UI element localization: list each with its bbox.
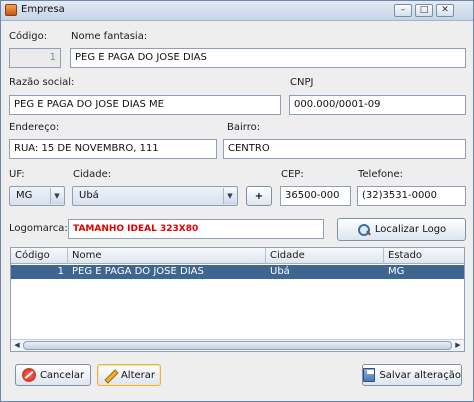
cell-cidade: Ubá — [270, 266, 290, 277]
magnifier-icon — [357, 223, 371, 237]
cep-field[interactable]: 36500-000 — [280, 186, 351, 206]
localizar-logo-label: Localizar Logo — [374, 224, 447, 235]
chevron-down-icon: ▼ — [223, 188, 236, 204]
razao-social-field[interactable]: PEG E PAGA DO JOSE DIAS ME — [9, 95, 281, 115]
title-bar[interactable]: Empresa – □ ✕ — [1, 1, 473, 21]
cidade-select-value: Ubá — [79, 190, 99, 201]
telefone-label: Telefone: — [358, 169, 403, 180]
horizontal-scrollbar[interactable]: ◀ ▶ — [11, 339, 464, 351]
column-header-codigo[interactable]: Código — [11, 248, 68, 264]
close-button[interactable]: ✕ — [436, 4, 454, 17]
codigo-label: Código: — [9, 31, 48, 42]
add-cidade-button[interactable]: + — [246, 186, 272, 206]
bairro-label: Bairro: — [227, 122, 261, 133]
minimize-button[interactable]: – — [394, 4, 412, 17]
cancelar-button[interactable]: Cancelar — [15, 364, 91, 386]
java-app-icon — [5, 4, 17, 16]
column-header-estado[interactable]: Estado — [384, 248, 464, 264]
table-header: Código Nome Cidade Estado — [11, 248, 464, 264]
cidade-label: Cidade: — [73, 169, 112, 180]
uf-select[interactable]: MG ▼ — [9, 186, 65, 206]
endereco-label: Endereço: — [9, 122, 60, 133]
scrollbar-thumb[interactable] — [23, 341, 452, 350]
nome-fantasia-field[interactable]: PEG E PAGA DO JOSE DIAS — [70, 48, 466, 68]
chevron-down-icon: ▼ — [50, 188, 63, 204]
cancelar-label: Cancelar — [39, 369, 85, 381]
cell-estado: MG — [388, 266, 405, 277]
scroll-right-icon[interactable]: ▶ — [453, 341, 463, 350]
window-title: Empresa — [21, 4, 65, 15]
uf-select-value: MG — [16, 190, 33, 201]
cell-codigo: 1 — [57, 266, 64, 277]
razao-social-label: Razão social: — [9, 77, 75, 88]
alterar-label: Alterar — [120, 369, 156, 381]
logomarca-label: Logomarca: — [9, 223, 68, 234]
column-header-nome[interactable]: Nome — [68, 248, 266, 264]
scroll-left-icon[interactable]: ◀ — [12, 341, 22, 350]
empresa-table[interactable]: Código Nome Cidade Estado 1 PEG E PAGA D… — [10, 247, 465, 352]
alterar-button[interactable]: Alterar — [97, 364, 161, 386]
codigo-field: 1 — [9, 48, 61, 68]
bairro-field[interactable]: CENTRO — [223, 139, 466, 159]
table-row[interactable]: 1 PEG E PAGA DO JOSE DIAS Ubá MG — [11, 265, 464, 279]
column-header-cidade[interactable]: Cidade — [266, 248, 384, 264]
maximize-button[interactable]: □ — [415, 4, 433, 17]
localizar-logo-button[interactable]: Localizar Logo — [337, 218, 466, 241]
cnpj-field[interactable]: 000.000/0001-09 — [289, 95, 466, 115]
cidade-select[interactable]: Ubá ▼ — [72, 186, 238, 206]
empresa-window: Empresa – □ ✕ Código: 1 Nome fantasia: P… — [0, 0, 474, 402]
salvar-alteracao-button[interactable]: Salvar alteração — [362, 364, 462, 386]
uf-label: UF: — [9, 169, 25, 180]
logomarca-field[interactable]: TAMANHO IDEAL 323X80 — [68, 219, 324, 239]
cnpj-label: CNPJ — [290, 77, 314, 88]
nome-fantasia-label: Nome fantasia: — [71, 31, 148, 42]
endereco-field[interactable]: RUA: 15 DE NOVEMBRO, 111 — [9, 139, 217, 159]
cep-label: CEP: — [281, 169, 304, 180]
pencil-icon — [103, 368, 117, 382]
floppy-disk-icon — [363, 368, 376, 382]
cell-nome: PEG E PAGA DO JOSE DIAS — [72, 266, 204, 277]
cancel-icon — [21, 368, 36, 382]
telefone-field[interactable]: (32)3531-0000 — [357, 186, 466, 206]
salvar-alteracao-label: Salvar alteração — [379, 369, 461, 381]
